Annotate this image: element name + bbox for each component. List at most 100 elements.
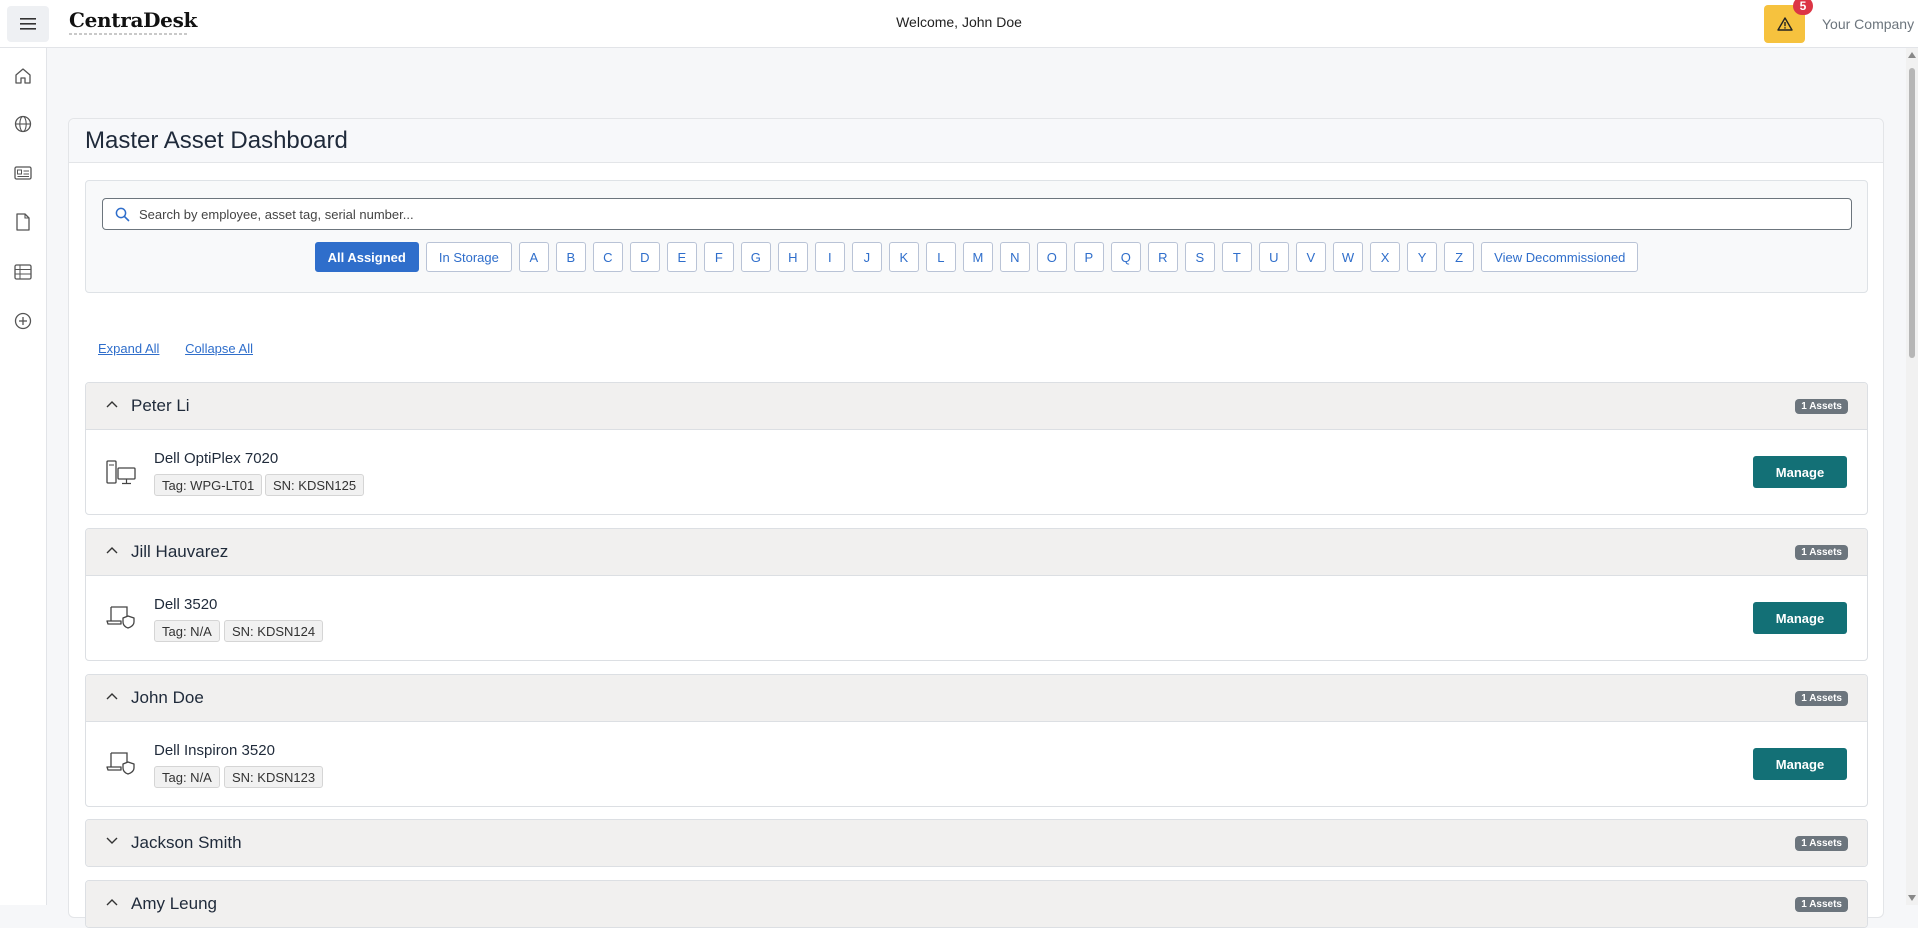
sidebar: [0, 48, 47, 905]
top-bar: CentraDesk Welcome, John Doe 5 Your Comp…: [0, 0, 1918, 48]
filter-button-row: All Assigned In Storage ABCDEFGHIJKLMNOP…: [86, 242, 1867, 272]
filter-letter-button[interactable]: E: [666, 242, 697, 272]
expand-collapse-links: Expand All Collapse All: [98, 341, 275, 356]
filter-letter-button[interactable]: R: [1147, 242, 1178, 272]
filter-letter-button[interactable]: N: [999, 242, 1030, 272]
manage-button[interactable]: Manage: [1753, 456, 1847, 488]
welcome-text: Welcome, John Doe: [896, 14, 1022, 30]
laptop-shield-icon: [106, 606, 135, 629]
employee-name: Jackson Smith: [131, 833, 242, 852]
manage-button[interactable]: Manage: [1753, 748, 1847, 780]
home-icon: [15, 68, 31, 84]
plus-circle-icon: [14, 312, 32, 330]
view-decommissioned-button[interactable]: View Decommissioned: [1481, 242, 1639, 272]
asset-tag-chip: Tag: N/A: [154, 620, 220, 642]
filter-letter-button[interactable]: P: [1073, 242, 1104, 272]
chevron-up-icon: [106, 547, 118, 554]
asset-name: Dell OptiPlex 7020: [154, 450, 279, 467]
asset-count-badge: 1 Assets: [1795, 545, 1848, 560]
employee-group: Jackson Smith 1 Assets: [85, 819, 1868, 867]
filter-letter-button[interactable]: C: [592, 242, 623, 272]
filter-letter-button[interactable]: B: [555, 242, 586, 272]
filter-letter-button[interactable]: Z: [1444, 242, 1475, 272]
filter-in-storage-button[interactable]: In Storage: [425, 242, 512, 272]
employee-name: Jill Hauvarez: [131, 542, 229, 561]
expand-all-link[interactable]: Expand All: [98, 341, 159, 356]
asset-dashboard-card: Master Asset Dashboard All Assigned In S…: [68, 118, 1884, 928]
hamburger-icon: [20, 18, 36, 30]
globe-icon: [14, 115, 32, 133]
manage-button[interactable]: Manage: [1753, 602, 1847, 634]
filter-letter-button[interactable]: A: [518, 242, 549, 272]
search-field[interactable]: [102, 198, 1852, 230]
employee-group-header[interactable]: Jill Hauvarez 1 Assets: [86, 529, 1867, 576]
asset-name: Dell 3520: [154, 596, 218, 613]
laptop-shield-icon: [106, 752, 135, 775]
filter-letter-button[interactable]: U: [1258, 242, 1289, 272]
filter-letter-button[interactable]: S: [1184, 242, 1215, 272]
chevron-up-icon: [106, 693, 118, 700]
collapse-all-link[interactable]: Collapse All: [185, 341, 253, 356]
page-title: Master Asset Dashboard: [85, 127, 348, 154]
employee-group-header[interactable]: Peter Li 1 Assets: [86, 383, 1867, 430]
filter-letter-button[interactable]: W: [1332, 242, 1364, 272]
sidebar-item-table[interactable]: [12, 261, 34, 283]
scrollbar-thumb[interactable]: [1909, 68, 1915, 358]
serial-number-chip: SN: KDSN125: [265, 474, 365, 496]
asset-count-badge: 1 Assets: [1795, 836, 1848, 851]
asset-count-badge: 1 Assets: [1795, 691, 1848, 706]
filter-all-assigned-button[interactable]: All Assigned: [314, 242, 419, 272]
menu-toggle-button[interactable]: [7, 6, 49, 42]
filter-letter-button[interactable]: D: [629, 242, 660, 272]
company-name[interactable]: Your Company: [1822, 16, 1914, 32]
serial-number-chip: SN: KDSN124: [224, 620, 324, 642]
serial-number-chip: SN: KDSN123: [224, 766, 324, 788]
scroll-up-arrow-icon[interactable]: [1908, 52, 1916, 58]
sidebar-item-cards[interactable]: [12, 162, 34, 184]
sidebar-item-documents[interactable]: [12, 211, 34, 233]
filter-letter-button[interactable]: K: [888, 242, 919, 272]
asset-name: Dell Inspiron 3520: [154, 742, 275, 759]
filter-letter-button[interactable]: J: [851, 242, 882, 272]
asset-count-badge: 1 Assets: [1795, 399, 1848, 414]
filter-letter-button[interactable]: I: [814, 242, 845, 272]
document-icon: [16, 213, 30, 231]
sidebar-item-add[interactable]: [12, 310, 34, 332]
filter-letter-button[interactable]: O: [1036, 242, 1067, 272]
employee-group: Jill Hauvarez 1 Assets Dell 3520 Tag: N/…: [85, 528, 1868, 661]
filter-letter-button[interactable]: G: [740, 242, 771, 272]
page-scrollbar[interactable]: [1906, 48, 1918, 905]
employee-group-header[interactable]: Jackson Smith 1 Assets: [86, 820, 1867, 866]
employee-name: Peter Li: [131, 396, 190, 415]
search-input[interactable]: [139, 199, 1839, 229]
sidebar-item-home[interactable]: [12, 65, 34, 87]
filter-letter-button[interactable]: Y: [1407, 242, 1438, 272]
brand-logo[interactable]: CentraDesk: [69, 8, 197, 32]
filter-letter-button[interactable]: X: [1370, 242, 1401, 272]
filter-letter-button[interactable]: L: [925, 242, 956, 272]
employee-group-header[interactable]: John Doe 1 Assets: [86, 675, 1867, 722]
filter-letter-button[interactable]: M: [962, 242, 993, 272]
chevron-up-icon: [106, 401, 118, 408]
sidebar-item-globe[interactable]: [12, 113, 34, 135]
filter-letter-button[interactable]: V: [1295, 242, 1326, 272]
asset-row: Dell Inspiron 3520 Tag: N/A SN: KDSN123 …: [86, 722, 1867, 806]
id-card-icon: [14, 166, 32, 180]
scroll-down-arrow-icon[interactable]: [1908, 895, 1916, 901]
card-header: Master Asset Dashboard: [69, 119, 1883, 163]
alert-count-badge: 5: [1793, 0, 1813, 15]
filter-letter-button[interactable]: T: [1221, 242, 1252, 272]
warning-icon: [1776, 17, 1793, 31]
filter-letter-button[interactable]: Q: [1110, 242, 1141, 272]
employee-group: Peter Li 1 Assets Dell OptiPlex 7020 Tag…: [85, 382, 1868, 515]
employee-group-header[interactable]: Amy Leung 1 Assets: [86, 881, 1867, 927]
filter-letter-button[interactable]: F: [703, 242, 734, 272]
asset-row: Dell OptiPlex 7020 Tag: WPG-LT01 SN: KDS…: [86, 430, 1867, 514]
filter-letter-button[interactable]: H: [777, 242, 808, 272]
asset-tag-chip: Tag: N/A: [154, 766, 220, 788]
asset-tag-chip: Tag: WPG-LT01: [154, 474, 263, 496]
employee-name: John Doe: [131, 688, 204, 707]
chevron-down-icon: [106, 837, 118, 844]
employee-name: Amy Leung: [131, 894, 217, 913]
filter-panel: All Assigned In Storage ABCDEFGHIJKLMNOP…: [85, 180, 1868, 293]
